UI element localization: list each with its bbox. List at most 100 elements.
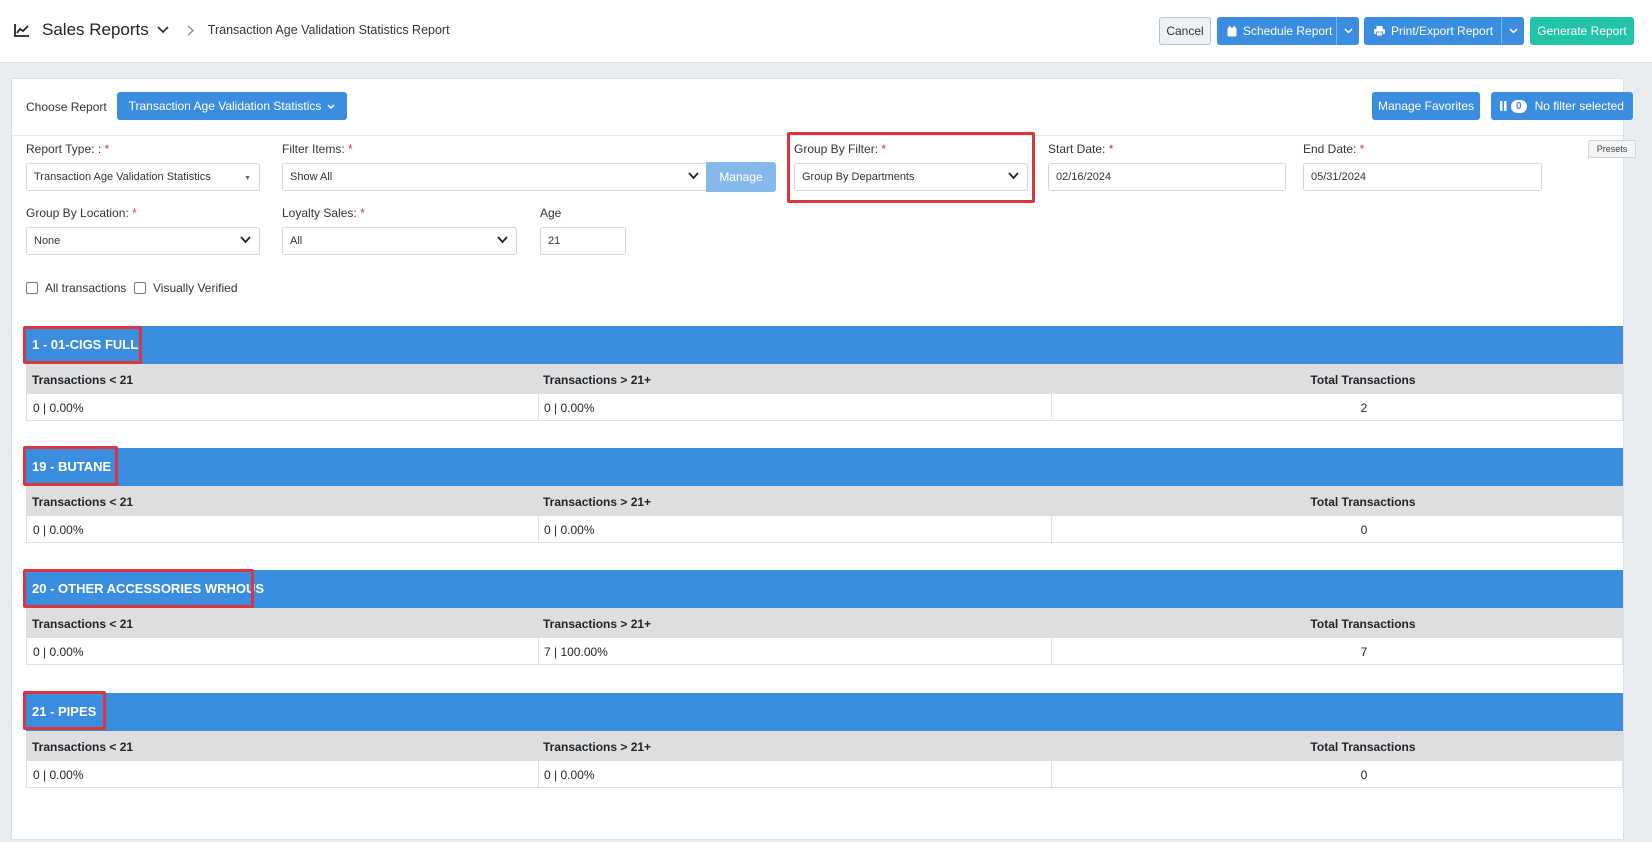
cell-divider	[538, 638, 539, 665]
print-export-button[interactable]: Print/Export Report	[1364, 17, 1524, 45]
print-dropdown-toggle[interactable]	[1501, 17, 1524, 45]
cell-divider	[1051, 394, 1052, 421]
department-group: 19 - BUTANE Transactions < 21 Transactio…	[26, 448, 1623, 543]
line-chart-icon	[14, 24, 29, 37]
filter-selected-label: No filter selected	[1534, 99, 1624, 113]
app-title[interactable]: Sales Reports	[42, 20, 149, 40]
table-row: 0 | 0.00% 0 | 0.00% 0	[26, 516, 1623, 543]
cell-over-21: 0 | 0.00%	[544, 523, 595, 537]
choose-report-label: Choose Report	[26, 100, 107, 114]
chevron-down-icon	[497, 236, 508, 244]
top-bar: Sales Reports Transaction Age Validation…	[0, 0, 1652, 63]
group-title-highlight	[23, 691, 106, 730]
table-row: 0 | 0.00% 7 | 100.00% 7	[26, 638, 1623, 665]
generate-label: Generate Report	[1537, 24, 1627, 38]
department-group: 1 - 01-CIGS FULL Transactions < 21 Trans…	[26, 326, 1623, 421]
start-date-label: Start Date: *	[1048, 142, 1114, 156]
cell-under-21: 0 | 0.00%	[33, 768, 84, 782]
manage-favorites-button[interactable]: Manage Favorites	[1372, 92, 1480, 120]
cell-under-21: 0 | 0.00%	[33, 523, 84, 537]
col-over-21: Transactions > 21+	[543, 617, 652, 631]
caret-down-icon: ▼	[244, 175, 251, 182]
report-type-select[interactable]: Transaction Age Validation Statistics ▼	[26, 163, 260, 191]
schedule-dropdown-toggle[interactable]	[1336, 17, 1359, 45]
cell-divider	[538, 394, 539, 421]
report-card: Choose Report Transaction Age Validation…	[11, 78, 1636, 840]
calendar-icon	[1227, 25, 1237, 36]
schedule-label: Schedule Report	[1243, 24, 1333, 38]
cell-total: 7	[1360, 645, 1368, 659]
col-total: Total Transactions	[1310, 617, 1416, 631]
col-under-21: Transactions < 21	[32, 740, 134, 754]
age-value: 21	[548, 235, 561, 247]
checkbox-box[interactable]	[26, 282, 38, 294]
report-type-label: Report Type: : *	[26, 142, 110, 156]
breadcrumb: Transaction Age Validation Statistics Re…	[207, 23, 450, 37]
loyalty-sales-value: All	[290, 235, 303, 247]
manage-button[interactable]: Manage	[706, 162, 776, 192]
cell-divider	[538, 761, 539, 788]
col-under-21: Transactions < 21	[32, 495, 134, 509]
choose-report-dropdown[interactable]: Transaction Age Validation Statistics	[117, 92, 347, 120]
chevron-down-icon[interactable]	[157, 26, 169, 34]
print-label: Print/Export Report	[1391, 24, 1494, 38]
filter-items-select[interactable]: Show All	[282, 163, 708, 191]
col-total: Total Transactions	[1310, 373, 1416, 387]
generate-report-button[interactable]: Generate Report	[1530, 17, 1634, 45]
manage-favorites-label: Manage Favorites	[1377, 99, 1475, 113]
end-date-value: 05/31/2024	[1311, 171, 1367, 183]
group-header: 21 - PIPES	[26, 693, 1623, 731]
col-over-21: Transactions > 21+	[543, 495, 652, 509]
age-input[interactable]: 21	[540, 227, 626, 255]
chevron-down-icon	[688, 172, 699, 180]
group-by-location-value: None	[34, 235, 61, 247]
cell-over-21: 0 | 0.00%	[544, 768, 595, 782]
cell-divider	[1051, 761, 1052, 788]
filter-selected-button[interactable]: 0 No filter selected	[1491, 92, 1633, 120]
group-title-highlight	[23, 569, 254, 608]
age-label: Age	[540, 206, 562, 220]
group-header: 19 - BUTANE	[26, 448, 1623, 486]
presets-button[interactable]: Presets	[1588, 140, 1636, 158]
column-header-row: Transactions < 21 Transactions > 21+ Tot…	[26, 486, 1623, 516]
start-date-input[interactable]: 02/16/2024	[1048, 163, 1286, 191]
cell-divider	[538, 516, 539, 543]
loyalty-sales-label: Loyalty Sales: *	[282, 206, 365, 220]
col-total: Total Transactions	[1310, 495, 1416, 509]
checkbox-box[interactable]	[134, 282, 146, 294]
group-by-location-select[interactable]: None	[26, 227, 260, 255]
cell-over-21: 0 | 0.00%	[544, 401, 595, 415]
department-group: 21 - PIPES Transactions < 21 Transaction…	[26, 693, 1623, 788]
loyalty-sales-select[interactable]: All	[282, 227, 517, 255]
choose-report-value: Transaction Age Validation Statistics	[128, 99, 322, 113]
cancel-button[interactable]: Cancel	[1159, 17, 1211, 45]
end-date-input[interactable]: 05/31/2024	[1303, 163, 1542, 191]
column-header-row: Transactions < 21 Transactions > 21+ Tot…	[26, 608, 1623, 638]
chevron-down-icon	[1343, 28, 1353, 34]
cell-under-21: 0 | 0.00%	[33, 401, 84, 415]
cell-divider	[1051, 638, 1052, 665]
col-total: Total Transactions	[1310, 740, 1416, 754]
department-group: 20 - OTHER ACCESSORIES WRHOUS Transactio…	[26, 570, 1623, 665]
cell-total: 2	[1360, 401, 1368, 415]
group-by-filter-highlight	[787, 132, 1035, 203]
table-row: 0 | 0.00% 0 | 0.00% 2	[26, 394, 1623, 421]
chevron-right-icon	[187, 25, 194, 35]
start-date-value: 02/16/2024	[1056, 171, 1112, 183]
chevron-down-icon	[1508, 28, 1518, 34]
column-header-row: Transactions < 21 Transactions > 21+ Tot…	[26, 731, 1623, 761]
group-by-location-label: Group By Location: *	[26, 206, 137, 220]
col-over-21: Transactions > 21+	[543, 740, 652, 754]
group-title-highlight	[23, 446, 118, 486]
report-type-value: Transaction Age Validation Statistics	[34, 171, 211, 183]
group-header: 20 - OTHER ACCESSORIES WRHOUS	[26, 570, 1623, 608]
end-date-label: End Date: *	[1303, 142, 1365, 156]
cell-over-21: 7 | 100.00%	[544, 645, 608, 659]
group-title-highlight	[23, 326, 142, 364]
cell-divider	[1051, 516, 1052, 543]
brand: Sales Reports Transaction Age Validation…	[14, 20, 450, 40]
schedule-report-button[interactable]: Schedule Report	[1217, 17, 1359, 45]
all-transactions-checkbox[interactable]: All transactions	[26, 281, 126, 295]
cancel-label: Cancel	[1166, 24, 1204, 38]
visually-verified-checkbox[interactable]: Visually Verified	[134, 281, 238, 295]
